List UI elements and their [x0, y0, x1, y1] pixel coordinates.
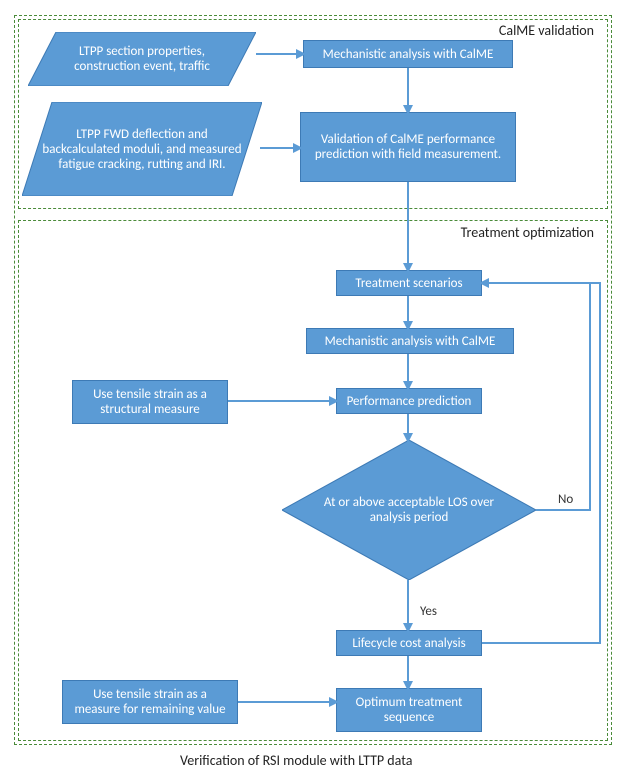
arrows-layer: [0, 0, 624, 777]
flowchart-canvas: CalME validation Treatment optimization …: [0, 0, 624, 777]
